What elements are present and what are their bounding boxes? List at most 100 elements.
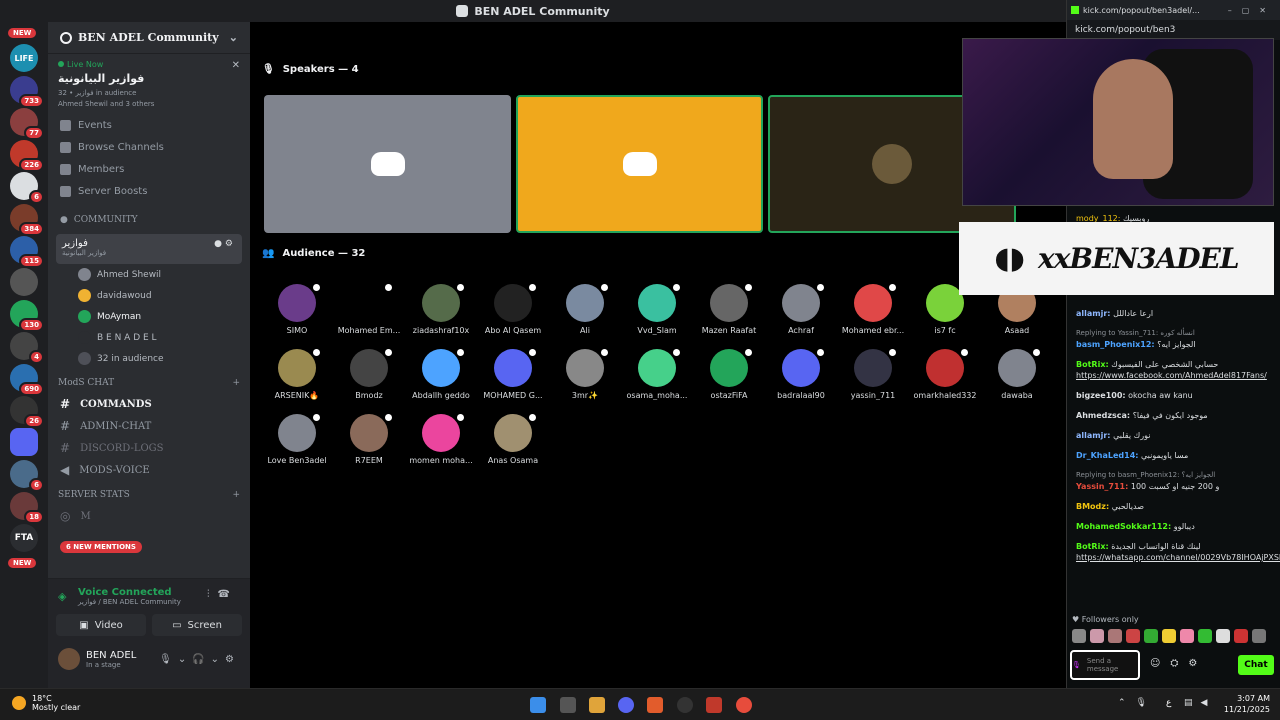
audience-member[interactable]: Abo Al Qasem	[477, 282, 549, 335]
chat-message[interactable]: allamjr: ارعا عاداللل	[1076, 308, 1272, 319]
server-icon[interactable]: 18	[10, 492, 44, 524]
app-icon[interactable]	[736, 697, 752, 713]
server-icon[interactable]: 6	[10, 460, 44, 492]
mic-icon[interactable]: 🎙	[1072, 661, 1081, 669]
language-indicator[interactable]: ع	[1166, 698, 1171, 708]
server-icon-active[interactable]: 6	[10, 172, 44, 204]
stage-channel[interactable]: فوازير فوازير البيانونية ●⚙	[56, 234, 242, 264]
audience-member[interactable]: badralaal90	[765, 347, 837, 400]
nav-events[interactable]: Events	[48, 114, 250, 136]
chat-username[interactable]: Dr_KhaLed14:	[1076, 451, 1138, 460]
emote[interactable]	[1144, 629, 1158, 643]
category-community[interactable]: ● COMMUNITY	[48, 210, 250, 230]
weather-widget[interactable]: 18°C Mostly clear	[12, 694, 80, 712]
guild-header[interactable]: BEN ADEL Community ⌄	[48, 22, 250, 54]
stage-member[interactable]: MoAyman	[48, 306, 250, 327]
close-icon[interactable]: ✕	[232, 60, 240, 71]
server-icon[interactable]: 733	[10, 76, 44, 108]
audience-member[interactable]: Mazen Raafat	[693, 282, 765, 335]
chat-username[interactable]: BotRix:	[1076, 542, 1109, 551]
live-stage-card[interactable]: Live Now فوازير البيانونية فوازير • 32 i…	[48, 54, 250, 114]
chat-message[interactable]: allamjr: نورك يقلبي	[1076, 430, 1272, 441]
chat-message[interactable]: BModz: صديالحبي	[1076, 501, 1272, 512]
add-icon[interactable]: +	[232, 490, 240, 500]
discord-app-icon[interactable]	[618, 697, 634, 713]
signal-icon[interactable]: ◈	[58, 590, 66, 603]
chat-message[interactable]: BotRix: حسابي الشخصي على الفيسبوك https:/…	[1076, 359, 1272, 381]
user-controls-icon[interactable]: 🎙⌄🎧⌄⚙	[159, 654, 240, 665]
emote[interactable]	[1072, 629, 1086, 643]
channel-discord-logs[interactable]: # DISCORD-LOGS	[48, 437, 250, 459]
emote[interactable]	[1216, 629, 1230, 643]
audience-member[interactable]: Vvd_Slam	[621, 282, 693, 335]
emote[interactable]	[1090, 629, 1104, 643]
server-icon[interactable]: 226	[10, 140, 44, 172]
add-icon[interactable]: +	[232, 378, 240, 388]
audience-member[interactable]: ziadashraf10x	[405, 282, 477, 335]
chat-message[interactable]: Ahmedzsca: موجود ايكون في فيفا؟	[1076, 410, 1272, 421]
stats-channel[interactable]: ◎ M	[48, 505, 250, 527]
stage-member[interactable]: B E N A D E L	[48, 327, 250, 348]
server-icon-life[interactable]: LIFE	[10, 44, 38, 72]
chat-input[interactable]: 🎙 Send a message	[1070, 650, 1140, 680]
emote[interactable]	[1234, 629, 1248, 643]
chevron-down-icon[interactable]: ⌄	[229, 31, 238, 44]
audience-member[interactable]: R7EEM	[333, 412, 405, 465]
audience-member[interactable]: Abdallh geddo	[405, 347, 477, 400]
audience-member[interactable]: MOHAMED G...	[477, 347, 549, 400]
screen-share-button[interactable]: ▭ Screen	[152, 614, 242, 636]
audience-member[interactable]: Anas Osama	[477, 412, 549, 465]
audience-member[interactable]: SIMO	[261, 282, 333, 335]
audience-member[interactable]: ARSENIK🔥	[261, 347, 333, 400]
network-volume-icons[interactable]: ▤◀	[1184, 698, 1215, 708]
system-tray-icons[interactable]: ⌃🎙	[1118, 698, 1157, 708]
chat-username[interactable]: BModz:	[1076, 502, 1109, 511]
start-icon[interactable]	[530, 697, 546, 713]
chat-link[interactable]: https://whatsapp.com/channel/0029Vb78IHO…	[1076, 553, 1280, 562]
kick-url-bar[interactable]: kick.com/popout/ben3	[1067, 20, 1280, 40]
window-controls-icon[interactable]: –▢✕	[1228, 6, 1276, 15]
chat-message[interactable]: bigzee100: okocha aw kanu	[1076, 390, 1272, 401]
server-icon[interactable]: 4	[10, 332, 44, 364]
audience-member[interactable]: Achraf	[765, 282, 837, 335]
server-icon[interactable]: 77	[10, 108, 44, 140]
audience-member[interactable]: Love Ben3adel	[261, 412, 333, 465]
category-mods-chat[interactable]: ModS CHAT +	[48, 373, 250, 393]
chat-toolbar-icons[interactable]: ☺⛭⚙	[1150, 658, 1207, 669]
stage-member[interactable]: Ahmed Shewil	[48, 264, 250, 285]
server-icon[interactable]: 115	[10, 236, 44, 268]
folder-icon[interactable]	[10, 428, 38, 456]
audience-member[interactable]: osama_moha...	[621, 347, 693, 400]
file-explorer-icon[interactable]	[589, 697, 605, 713]
category-server-stats[interactable]: SERVER STATS +	[48, 485, 250, 505]
chat-username[interactable]: allamjr:	[1076, 431, 1111, 440]
stage-audience-count[interactable]: 32 in audience	[48, 348, 250, 369]
brave-browser-icon[interactable]	[647, 697, 663, 713]
emote[interactable]	[1180, 629, 1194, 643]
nav-browse-channels[interactable]: Browse Channels	[48, 136, 250, 158]
emote[interactable]	[1198, 629, 1212, 643]
chat-username[interactable]: basm_Phoenix12:	[1076, 340, 1155, 349]
server-icon[interactable]: 690	[10, 364, 44, 396]
chat-username[interactable]: MohamedSokkar112:	[1076, 522, 1171, 531]
chat-link[interactable]: https://www.facebook.com/AhmedAdel817Fan…	[1076, 371, 1267, 380]
nav-members[interactable]: Members	[48, 158, 250, 180]
emote[interactable]	[1162, 629, 1176, 643]
nav-server-boosts[interactable]: Server Boosts	[48, 180, 250, 202]
chat-send-button[interactable]: Chat	[1238, 655, 1274, 675]
task-view-icon[interactable]	[560, 697, 576, 713]
audience-member[interactable]: Mohamed ebr...	[837, 282, 909, 335]
user-panel[interactable]: BEN ADEL In a stage 🎙⌄🎧⌄⚙	[48, 644, 250, 674]
chat-message[interactable]: MohamedSokkar112: ديبالوو	[1076, 521, 1272, 532]
server-icon[interactable]: 26	[10, 396, 44, 428]
chat-username[interactable]: allamjr:	[1076, 309, 1111, 318]
server-icon[interactable]: 384	[10, 204, 44, 236]
chat-message[interactable]: BotRix: لينك قناة الواتساب الجديدة https:…	[1076, 541, 1280, 563]
emote[interactable]	[1252, 629, 1266, 643]
chat-message[interactable]: Dr_KhaLed14: مسا ياويمونبي	[1076, 450, 1272, 461]
new-mentions-pill[interactable]: 6 NEW MENTIONS	[60, 541, 142, 553]
avatar[interactable]	[58, 648, 80, 670]
server-icon[interactable]	[10, 268, 38, 296]
audience-member[interactable]: momen moha...	[405, 412, 477, 465]
server-icon[interactable]: 130	[10, 300, 44, 332]
